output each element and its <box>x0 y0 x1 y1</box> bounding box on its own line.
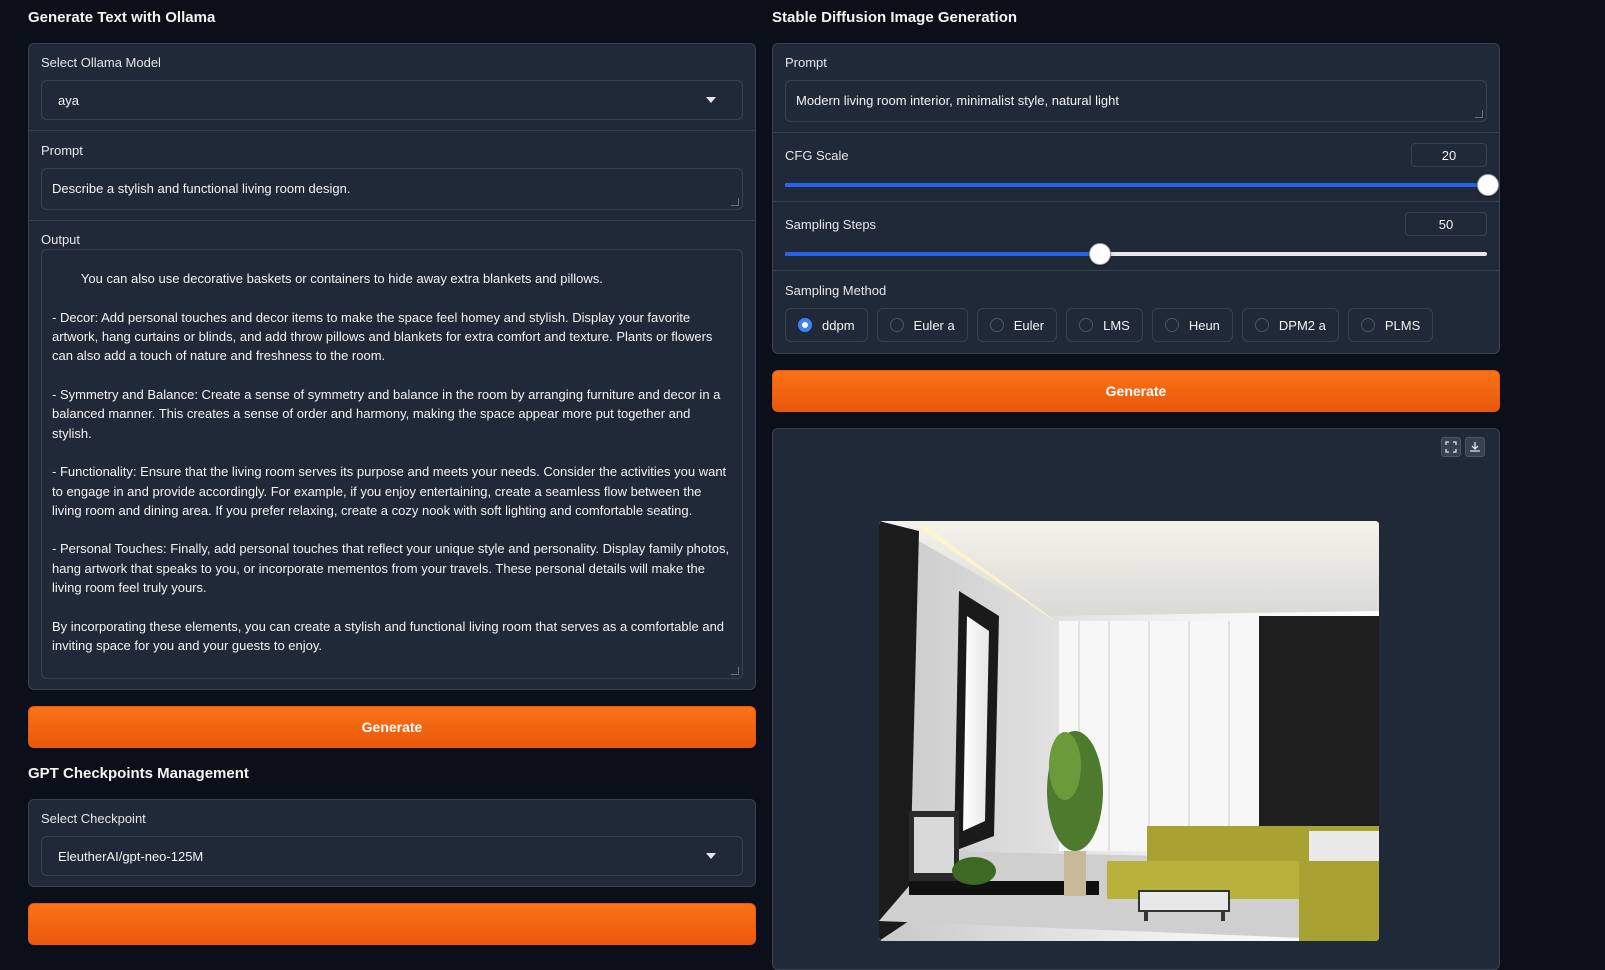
fullscreen-icon[interactable] <box>1441 437 1461 457</box>
checkpoint-select-label: Select Checkpoint <box>41 811 146 826</box>
sampling-steps-block: Sampling Steps 50 <box>773 202 1499 271</box>
sampling-steps-slider[interactable] <box>785 243 1487 265</box>
radio-label: PLMS <box>1384 317 1421 333</box>
radio-plms[interactable]: PLMS <box>1347 308 1434 342</box>
radio-circle-icon <box>1360 318 1375 332</box>
radio-euler-a[interactable]: Euler a <box>876 308 968 342</box>
sampling-steps-thumb[interactable] <box>1088 243 1111 265</box>
resize-handle-icon[interactable] <box>731 667 739 675</box>
checkpoint-dropdown[interactable]: EleutherAI/gpt-neo-125M <box>41 836 743 876</box>
sd-column: Stable Diffusion Image Generation Prompt… <box>772 0 1500 970</box>
checkpoint-select-block: Select Checkpoint EleutherAI/gpt-neo-125… <box>29 800 755 886</box>
ollama-prompt-label: Prompt <box>41 143 83 158</box>
ollama-model-dropdown[interactable]: aya <box>41 80 743 120</box>
ollama-section-title: Generate Text with Ollama <box>28 9 216 26</box>
radio-circle-icon <box>889 318 904 332</box>
model-select-block: Select Ollama Model aya <box>29 44 755 131</box>
sampling-steps-label: Sampling Steps <box>785 216 877 232</box>
sd-prompt-text: Modern living room interior, minimalist … <box>796 93 1119 108</box>
radio-circle-icon <box>1079 318 1094 332</box>
ollama-output-text: You can also use decorative baskets or c… <box>52 271 730 653</box>
checkpoint-value: EleutherAI/gpt-neo-125M <box>58 848 204 864</box>
ollama-output-textarea[interactable]: You can also use decorative baskets or c… <box>41 249 743 679</box>
radio-label: ddpm <box>822 317 855 333</box>
ollama-prompt-block: Prompt Describe a stylish and functional… <box>29 131 755 221</box>
cfg-scale-fill <box>785 183 1487 187</box>
ollama-panel: Select Ollama Model aya Prompt Describe … <box>28 43 756 690</box>
sampling-method-label: Sampling Method <box>785 283 887 298</box>
cfg-scale-label: CFG Scale <box>785 147 849 163</box>
radio-dpm2-a[interactable]: DPM2 a <box>1241 308 1339 342</box>
ollama-model-value: aya <box>58 92 79 108</box>
radio-euler[interactable]: Euler <box>976 308 1058 342</box>
cfg-scale-slider[interactable] <box>785 174 1499 196</box>
ollama-prompt-text: Describe a stylish and functional living… <box>52 181 351 196</box>
radio-circle-icon <box>1254 318 1269 332</box>
radio-label: Heun <box>1188 317 1220 333</box>
radio-label: DPM2 a <box>1278 317 1326 333</box>
radio-label: Euler a <box>913 317 955 333</box>
resize-handle-icon[interactable] <box>1475 110 1483 118</box>
resize-handle-icon[interactable] <box>731 198 739 206</box>
ollama-output-label: Output <box>41 232 81 247</box>
radio-ddpm[interactable]: ddpm <box>785 308 868 342</box>
sd-prompt-label: Prompt <box>785 55 827 70</box>
sampling-method-radio-group: ddpm Euler a Euler LMS Heun DPM2 a PLMS <box>785 308 1487 342</box>
checkpoints-section-title: GPT Checkpoints Management <box>28 765 249 782</box>
chevron-down-icon <box>706 853 716 859</box>
checkpoints-panel: Select Checkpoint EleutherAI/gpt-neo-125… <box>28 799 756 887</box>
chevron-down-icon <box>706 97 716 103</box>
cfg-scale-number-input[interactable]: 20 <box>1411 143 1487 167</box>
radio-label: LMS <box>1103 317 1130 333</box>
sd-prompt-block: Prompt Modern living room interior, mini… <box>773 44 1499 133</box>
radio-lms[interactable]: LMS <box>1066 308 1143 342</box>
ollama-output-block: Output You can also use decorative baske… <box>29 221 755 689</box>
ollama-generate-button[interactable]: Generate <box>28 706 756 748</box>
download-icon[interactable] <box>1465 437 1485 457</box>
sd-prompt-input[interactable]: Modern living room interior, minimalist … <box>785 80 1487 122</box>
sd-generate-button[interactable]: Generate <box>772 370 1500 412</box>
generated-image <box>879 521 1379 941</box>
ollama-prompt-input[interactable]: Describe a stylish and functional living… <box>41 168 743 210</box>
cfg-scale-block: CFG Scale 20 <box>773 133 1499 202</box>
sd-panel: Prompt Modern living room interior, mini… <box>772 43 1500 354</box>
radio-circle-icon <box>1164 318 1179 332</box>
checkpoint-action-button[interactable] <box>28 903 756 945</box>
radio-circle-icon <box>798 318 812 332</box>
sampling-method-block: Sampling Method ddpm Euler a Euler LMS H… <box>773 271 1499 353</box>
radio-heun[interactable]: Heun <box>1151 308 1233 342</box>
radio-label: Euler <box>1013 317 1045 333</box>
cfg-scale-thumb[interactable] <box>1477 174 1499 196</box>
sampling-steps-number-input[interactable]: 50 <box>1405 212 1487 236</box>
radio-circle-icon <box>989 318 1004 332</box>
ollama-column: Generate Text with Ollama Select Ollama … <box>28 0 756 945</box>
model-select-label: Select Ollama Model <box>41 55 161 70</box>
sampling-steps-fill <box>785 252 1099 256</box>
sd-section-title: Stable Diffusion Image Generation <box>772 9 1018 26</box>
generated-image-panel <box>772 428 1500 970</box>
